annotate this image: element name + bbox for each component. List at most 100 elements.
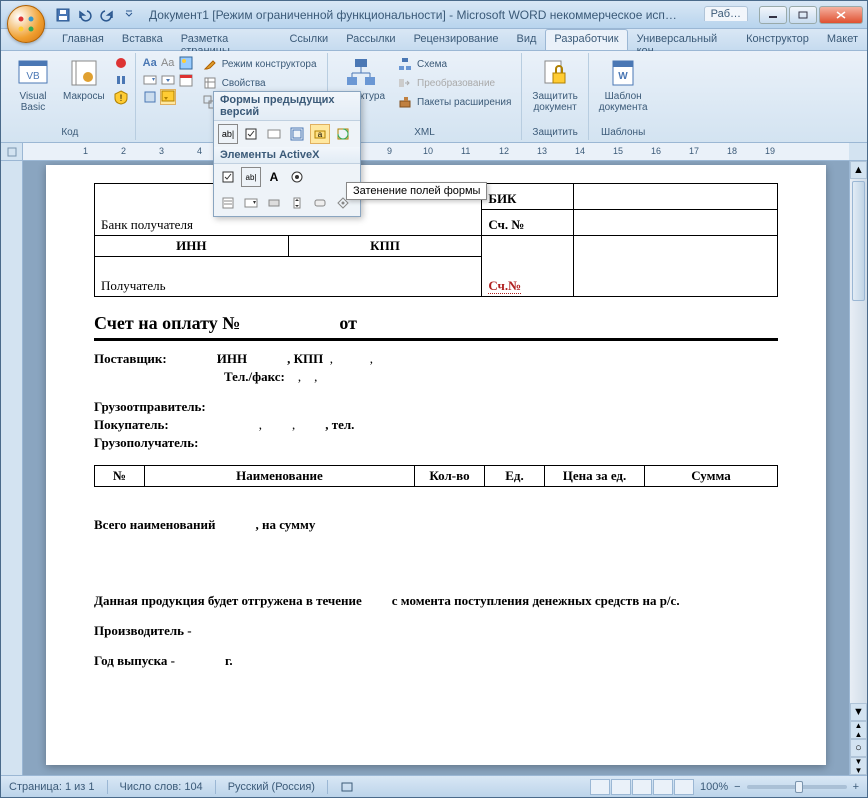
- svg-text:!: !: [119, 93, 122, 103]
- ax-button-icon[interactable]: [310, 193, 330, 213]
- tab-layout[interactable]: Макет: [818, 29, 867, 50]
- context-tab[interactable]: Раб…: [704, 6, 748, 21]
- zoom-in-icon[interactable]: +: [853, 781, 859, 793]
- tab-mailings[interactable]: Рассылки: [337, 29, 404, 50]
- tab-design[interactable]: Конструктор: [737, 29, 818, 50]
- document-template-button[interactable]: W Шаблон документа: [595, 55, 652, 115]
- redo-icon[interactable]: [97, 5, 117, 25]
- ribbon-tabs: Главная Вставка Разметка страницы Ссылки…: [1, 29, 867, 51]
- dropdown-control-icon[interactable]: [160, 72, 176, 88]
- ax-toggle-icon[interactable]: [264, 193, 284, 213]
- record-macro-icon[interactable]: [113, 55, 129, 71]
- browse-prev-icon[interactable]: ▲▲: [850, 721, 867, 739]
- scroll-down-icon[interactable]: ▼: [850, 703, 867, 721]
- view-outline-icon[interactable]: [653, 779, 673, 795]
- save-icon[interactable]: [53, 5, 73, 25]
- browse-object-icon[interactable]: ○: [850, 739, 867, 757]
- richtext-control-icon[interactable]: Aa: [142, 55, 158, 71]
- undo-icon[interactable]: [75, 5, 95, 25]
- window-title: Документ1 [Режим ограниченной функционал…: [149, 8, 759, 22]
- tab-developer[interactable]: Разработчик: [545, 29, 627, 50]
- status-page[interactable]: Страница: 1 из 1: [9, 781, 95, 793]
- vertical-scrollbar[interactable]: ▲ ▼ ▲▲ ○ ▼▼: [849, 161, 867, 775]
- ribbon: VB Visual Basic Макросы ! Код: [1, 51, 867, 143]
- view-fullscreen-icon[interactable]: [611, 779, 631, 795]
- activex-header: Элементы ActiveX: [214, 147, 360, 164]
- legacy-tools-icon[interactable]: [160, 89, 176, 105]
- ax-spin-icon[interactable]: [287, 193, 307, 213]
- transform-button[interactable]: Преобразование: [393, 74, 515, 92]
- tab-insert[interactable]: Вставка: [113, 29, 172, 50]
- picture-control-icon[interactable]: [178, 55, 194, 71]
- minimize-button[interactable]: [759, 6, 787, 24]
- reset-form-icon[interactable]: [333, 124, 353, 144]
- visual-basic-button[interactable]: VB Visual Basic: [11, 55, 55, 115]
- horizontal-ruler[interactable]: 123 456 789 101112 131415 161718 19: [23, 143, 849, 161]
- ax-radio-icon[interactable]: [287, 167, 307, 187]
- qat-customize-icon[interactable]: [119, 5, 139, 25]
- scroll-up-icon[interactable]: ▲: [850, 161, 867, 179]
- status-language[interactable]: Русский (Россия): [228, 781, 315, 793]
- view-buttons: [590, 779, 694, 795]
- pause-macro-icon[interactable]: [113, 72, 129, 88]
- combo-control-icon[interactable]: [142, 72, 158, 88]
- view-draft-icon[interactable]: [674, 779, 694, 795]
- macros-button[interactable]: Макросы: [59, 55, 109, 104]
- text-control-icon[interactable]: Aa: [160, 55, 176, 71]
- tab-references[interactable]: Ссылки: [280, 29, 337, 50]
- maximize-button[interactable]: [789, 6, 817, 24]
- page: Банк получателя БИК Сч. № ИНН КПП Сч.№ П…: [46, 165, 826, 765]
- ax-label-icon[interactable]: A: [264, 167, 284, 187]
- ruler-corner[interactable]: [1, 143, 23, 161]
- ax-textbox-icon[interactable]: ab|: [241, 167, 261, 187]
- status-insert-icon[interactable]: [340, 780, 354, 794]
- tooltip: Затенение полей формы: [346, 182, 487, 200]
- schema-button[interactable]: Схема: [393, 55, 515, 73]
- building-block-icon[interactable]: [142, 89, 158, 105]
- scroll-thumb[interactable]: [852, 181, 865, 301]
- shading-form-icon[interactable]: a: [310, 124, 330, 144]
- svg-text:VB: VB: [26, 71, 40, 82]
- date-control-icon[interactable]: [178, 72, 194, 88]
- tab-home[interactable]: Главная: [53, 29, 113, 50]
- tab-universal[interactable]: Универсальный кон: [628, 29, 738, 50]
- zoom-out-icon[interactable]: −: [734, 781, 740, 793]
- statusbar: Страница: 1 из 1 Число слов: 104 Русский…: [1, 775, 867, 797]
- svg-text:a: a: [318, 130, 323, 139]
- invoice-title: Счет на оплату № от: [94, 313, 778, 341]
- properties-button[interactable]: Свойства: [198, 74, 321, 92]
- ax-checkbox-icon[interactable]: [218, 167, 238, 187]
- group-protect: Защитить документ Защитить: [522, 53, 588, 140]
- close-button[interactable]: [819, 6, 863, 24]
- browse-next-icon[interactable]: ▼▼: [850, 757, 867, 775]
- svg-text:W: W: [618, 71, 628, 82]
- protect-document-button[interactable]: Защитить документ: [528, 55, 581, 115]
- design-mode-button[interactable]: Режим конструктора: [198, 55, 321, 73]
- combobox-form-icon[interactable]: [264, 124, 284, 144]
- ax-listbox-icon[interactable]: [218, 193, 238, 213]
- document-area[interactable]: Банк получателя БИК Сч. № ИНН КПП Сч.№ П…: [23, 161, 849, 775]
- view-web-icon[interactable]: [632, 779, 652, 795]
- group-templates: W Шаблон документа Шаблоны: [589, 53, 658, 140]
- vertical-ruler[interactable]: [1, 161, 23, 775]
- expansion-button[interactable]: Пакеты расширения: [393, 93, 515, 111]
- textbox-form-icon[interactable]: ab|: [218, 124, 238, 144]
- macro-security-icon[interactable]: !: [113, 89, 129, 105]
- view-print-layout-icon[interactable]: [590, 779, 610, 795]
- zoom-level[interactable]: 100%: [700, 781, 728, 793]
- bank-table: Банк получателя БИК Сч. № ИНН КПП Сч.№ П…: [94, 183, 778, 297]
- group-code: VB Visual Basic Макросы ! Код: [5, 53, 136, 140]
- office-button[interactable]: [7, 5, 45, 43]
- frame-form-icon[interactable]: [287, 124, 307, 144]
- ax-combo-icon[interactable]: [241, 193, 261, 213]
- tab-pagelayout[interactable]: Разметка страницы: [172, 29, 281, 50]
- legacy-forms-header: Формы предыдущих версий: [214, 92, 360, 121]
- items-table: № Наименование Кол-во Ед. Цена за ед. Су…: [94, 465, 778, 487]
- legacy-tools-dropdown: Формы предыдущих версий ab| a Элементы A…: [213, 91, 361, 217]
- checkbox-form-icon[interactable]: [241, 124, 261, 144]
- zoom-slider[interactable]: [747, 785, 847, 789]
- tab-view[interactable]: Вид: [508, 29, 546, 50]
- status-words[interactable]: Число слов: 104: [120, 781, 203, 793]
- tab-review[interactable]: Рецензирование: [405, 29, 508, 50]
- quick-access-toolbar: [53, 5, 139, 25]
